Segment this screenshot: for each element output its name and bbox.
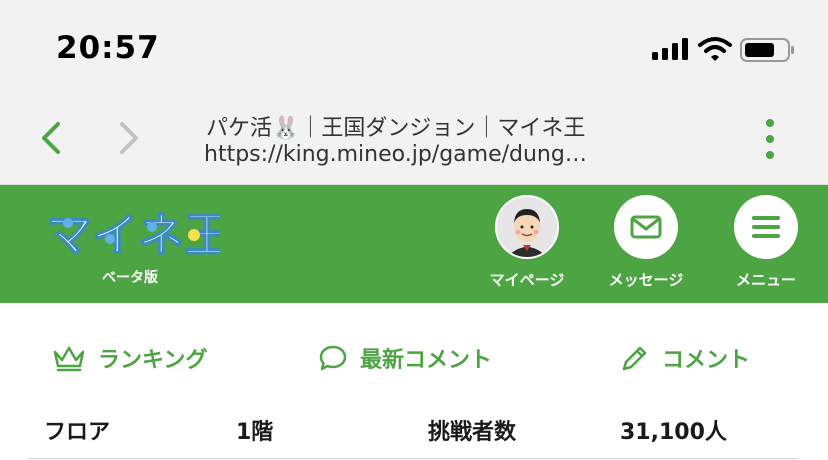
status-bar: 20:57 bbox=[0, 0, 828, 96]
site-header: マイネ王 ベータ版 マイページ メッセージ メニュー bbox=[0, 185, 828, 303]
mypage-label: マイページ bbox=[489, 271, 565, 289]
menu-button[interactable]: メニュー bbox=[711, 195, 821, 290]
mypage-button[interactable]: マイページ bbox=[472, 195, 582, 290]
ranking-link[interactable]: ランキング bbox=[52, 342, 207, 374]
signal-icon bbox=[652, 38, 688, 60]
comment-link[interactable]: コメント bbox=[620, 342, 750, 374]
menu-label: メニュー bbox=[735, 271, 796, 289]
pencil-icon bbox=[622, 346, 647, 371]
message-button[interactable]: メッセージ bbox=[591, 195, 701, 290]
battery-icon bbox=[740, 38, 794, 62]
more-options-icon[interactable] bbox=[760, 118, 780, 160]
envelope-icon bbox=[630, 215, 662, 239]
speech-bubble-icon bbox=[319, 345, 347, 371]
mineo-logo[interactable]: マイネ王 bbox=[44, 201, 220, 263]
status-time: 20:57 bbox=[56, 30, 160, 66]
menu-circle bbox=[734, 195, 798, 259]
latest-comments-label: 最新コメント bbox=[360, 348, 493, 373]
beta-label: ベータ版 bbox=[102, 270, 158, 286]
message-circle bbox=[614, 195, 678, 259]
wifi-icon bbox=[698, 37, 732, 61]
crown-icon bbox=[53, 346, 85, 372]
browser-bar: パケ活🐰｜王国ダンジョン｜マイネ王 https://king.mineo.jp/… bbox=[0, 96, 828, 185]
page-title: パケ活🐰｜王国ダンジョン｜マイネ王 bbox=[206, 116, 586, 141]
challengers-value: 31,100人 bbox=[620, 420, 727, 445]
latest-comments-link[interactable]: 最新コメント bbox=[318, 342, 492, 374]
floor-value: 1階 bbox=[236, 420, 274, 445]
floor-label: フロア bbox=[44, 420, 111, 445]
comment-label: コメント bbox=[662, 348, 751, 373]
challengers-label: 挑戦者数 bbox=[428, 420, 517, 445]
avatar bbox=[495, 195, 559, 259]
forward-arrow-icon bbox=[120, 122, 138, 154]
action-links: ランキング 最新コメント コメント bbox=[0, 330, 828, 390]
avatar-icon bbox=[497, 197, 557, 257]
dungeon-info-row: フロア 1階 挑戦者数 31,100人 bbox=[28, 404, 798, 459]
page-url[interactable]: https://king.mineo.jp/game/dung… bbox=[204, 142, 587, 167]
hamburger-icon bbox=[752, 216, 780, 238]
back-arrow-icon[interactable] bbox=[36, 118, 66, 158]
message-label: メッセージ bbox=[608, 271, 684, 289]
ranking-label: ランキング bbox=[98, 348, 208, 373]
